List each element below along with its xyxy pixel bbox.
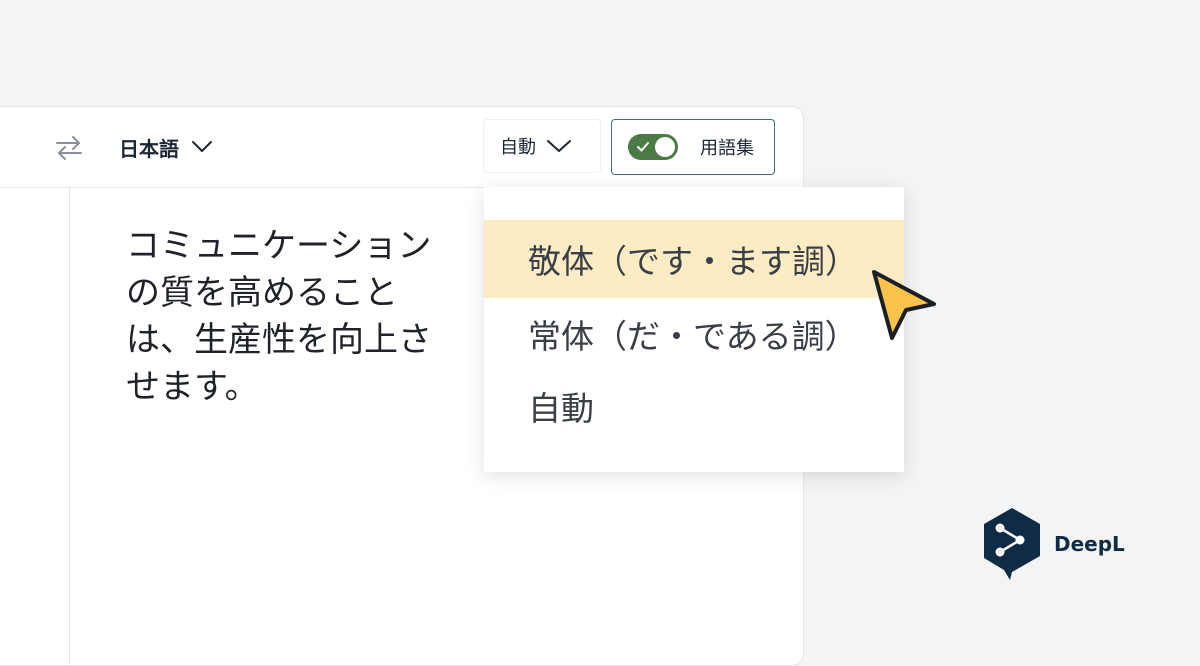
translation-line: せます。 [126,367,259,407]
option-label: 敬体（です・ます調） [528,242,858,281]
glossary-toggle-button[interactable]: 用語集 [611,119,775,175]
formality-option-informal[interactable]: 常体（だ・である調） [484,295,904,373]
toggle-knob [655,137,675,157]
formality-selected-label: 自動 [500,137,536,158]
target-language-selector[interactable]: 日本語 [119,129,213,165]
chevron-down-icon [192,141,212,152]
formality-option-formal[interactable]: 敬体（です・ます調） [484,220,904,298]
check-icon [637,142,649,152]
chevron-down-icon [547,140,571,152]
cursor-arrow-icon [872,270,936,340]
brand-name: DeepL [1054,532,1125,556]
panel-divider [69,187,70,665]
deepl-brand: DeepL [982,506,1125,582]
formality-dropdown[interactable]: 自動 [483,119,601,173]
translation-output[interactable]: コミュニケーション の質を高めること は、生産性を向上さ せます。 [126,223,466,411]
target-language-label: 日本語 [119,136,179,161]
option-label: 常体（だ・である調） [528,317,858,356]
formality-menu: 敬体（です・ます調） 常体（だ・である調） 自動 [484,187,904,472]
translation-line: は、生産性を向上さ [126,320,432,360]
target-toolbar: 日本語 自動 用語集 [0,107,803,188]
swap-languages-button[interactable] [53,133,85,163]
translation-line: コミュニケーション [126,226,432,266]
translation-line: の質を高めること [126,273,398,313]
option-label: 自動 [528,389,594,428]
swap-arrows-icon [56,136,82,160]
formality-option-auto[interactable]: 自動 [484,367,904,445]
glossary-toggle-switch[interactable] [628,134,678,160]
glossary-label: 用語集 [700,138,754,159]
deepl-logo-icon [984,508,1040,580]
